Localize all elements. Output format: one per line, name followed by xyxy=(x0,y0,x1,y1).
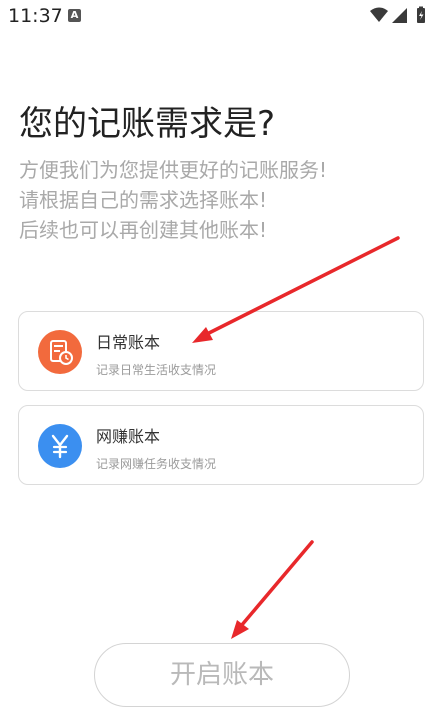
ledger-option-desc: 记录日常生活收支情况 xyxy=(96,363,217,377)
yen-icon xyxy=(38,424,82,468)
page-title: 您的记账需求是? xyxy=(19,104,276,144)
open-ledger-button[interactable]: 开启账本 xyxy=(94,643,350,707)
subtitle-line-3: 后续也可以再创建其他账本! xyxy=(19,218,268,242)
ledger-option-desc: 记录网赚任务收支情况 xyxy=(96,457,217,471)
annotation-arrow-icon xyxy=(231,540,314,639)
signal-icon xyxy=(392,8,407,23)
ledger-option-online[interactable]: 网赚账本 记录网赚任务收支情况 xyxy=(18,405,424,485)
ledger-option-name: 网赚账本 xyxy=(96,427,161,446)
wifi-icon xyxy=(370,7,388,22)
a-badge-icon: A xyxy=(68,9,81,22)
ledger-clock-icon xyxy=(38,330,82,374)
status-bar: 11:37 A xyxy=(0,0,444,34)
battery-icon xyxy=(417,6,425,23)
status-time: 11:37 xyxy=(8,5,63,27)
subtitle-line-2: 请根据自己的需求选择账本! xyxy=(19,188,268,212)
subtitle-line-1: 方便我们为您提供更好的记账服务! xyxy=(19,158,328,182)
ledger-option-name: 日常账本 xyxy=(96,333,161,352)
ledger-option-daily[interactable]: 日常账本 记录日常生活收支情况 xyxy=(18,311,424,391)
status-icons xyxy=(370,6,432,30)
